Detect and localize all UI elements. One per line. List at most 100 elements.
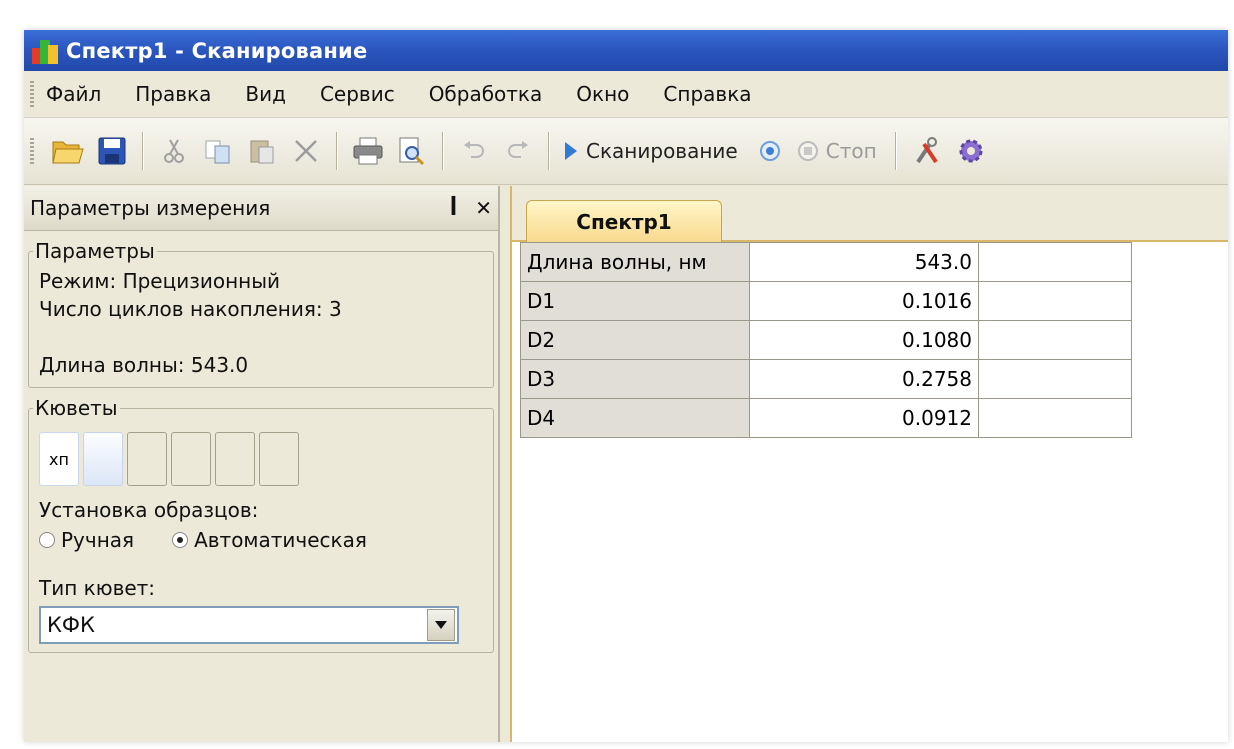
row-extra[interactable] [978, 398, 1132, 438]
cuvette-slot[interactable] [83, 432, 123, 486]
cut-icon [164, 139, 184, 163]
wavelength-text: Длина волны: 543.0 [39, 353, 249, 377]
row-extra[interactable] [978, 242, 1132, 282]
install-label: Установка образцов: [39, 498, 259, 522]
redo-button[interactable] [500, 133, 536, 169]
cuvettes-legend: Кюветы [35, 396, 118, 420]
print-icon [353, 137, 383, 165]
stop-label: Стоп [825, 139, 877, 163]
menu-file[interactable]: Файл [46, 82, 101, 106]
copy-button[interactable] [200, 133, 236, 169]
row-label: D4 [520, 398, 750, 438]
stop-icon [797, 141, 818, 161]
open-folder-icon [52, 141, 84, 164]
print-preview-button[interactable] [394, 133, 430, 169]
undo-button[interactable] [456, 133, 492, 169]
menu-service[interactable]: Сервис [320, 82, 395, 106]
table-row[interactable]: Длина волны, нм 543.0 [520, 242, 1132, 282]
menu-edit[interactable]: Правка [135, 82, 211, 106]
cuvette-type-label: Тип кювет: [39, 576, 156, 600]
table-row[interactable]: D1 0.1016 [520, 281, 1132, 321]
scan-label: Сканирование [586, 139, 738, 163]
undo-icon [464, 141, 484, 158]
auto-radio[interactable] [172, 532, 189, 548]
scan-button[interactable]: Сканирование [562, 133, 744, 169]
row-extra[interactable] [978, 281, 1132, 321]
params-group: Параметры Режим: Прецизионный Число цикл… [28, 239, 494, 388]
menubar-grip[interactable] [30, 81, 34, 107]
row-extra[interactable] [978, 320, 1132, 360]
auto-radio-label[interactable]: Автоматическая [194, 528, 367, 552]
toolbar-separator [548, 132, 550, 170]
paste-button[interactable] [244, 133, 280, 169]
toolbar-separator [442, 132, 444, 170]
stop-button[interactable]: Стоп [796, 133, 883, 169]
results-table: Длина волны, нм 543.0 D1 0.1016 D2 0.108… [520, 242, 1132, 438]
row-label: Длина волны, нм [520, 242, 750, 282]
record-icon [759, 141, 780, 161]
menu-bar: Файл Правка Вид Сервис Обработка Окно Сп… [24, 71, 1228, 118]
dropdown-button[interactable] [427, 609, 455, 641]
cycles-text: Число циклов накопления: 3 [39, 297, 342, 321]
tab-strip: Спектр1 [512, 186, 1228, 243]
cuvette-slots: хп [39, 432, 483, 486]
table-row[interactable]: D4 0.0912 [520, 398, 1132, 438]
manual-radio-label[interactable]: Ручная [61, 528, 134, 552]
cuvette-type-select[interactable]: КФК [39, 606, 459, 644]
menu-view[interactable]: Вид [245, 82, 286, 106]
toolbar-separator [894, 132, 897, 170]
window-title: Спектр1 - Сканирование [66, 38, 368, 63]
toolbar-separator [142, 132, 144, 170]
tools-icon [916, 137, 938, 164]
title-bar[interactable]: Спектр1 - Сканирование [24, 30, 1228, 71]
panel-title: Параметры измерения [30, 196, 271, 220]
cuvettes-group: Кюветы хп Установка образцов: Ручная Авт… [28, 396, 494, 653]
settings-button[interactable] [953, 133, 989, 169]
row-label: D1 [520, 281, 750, 321]
toolbar: Сканирование Стоп [24, 118, 1228, 185]
copy-icon [205, 140, 230, 164]
cuvette-slot[interactable]: хп [39, 432, 79, 486]
table-row[interactable]: D2 0.1080 [520, 320, 1132, 360]
row-value[interactable]: 0.1016 [749, 281, 979, 321]
row-value[interactable]: 0.2758 [749, 359, 979, 399]
open-button[interactable] [50, 133, 86, 169]
tools-button[interactable] [909, 133, 945, 169]
paste-icon [250, 140, 274, 164]
cuvette-slot[interactable] [215, 432, 255, 486]
record-button[interactable] [752, 133, 788, 169]
row-value[interactable]: 0.0912 [749, 398, 979, 438]
delete-button[interactable] [288, 133, 324, 169]
print-preview-icon [399, 137, 425, 166]
document-area: Спектр1 Длина волны, нм 543.0 D1 0.1016 … [510, 186, 1228, 742]
save-button[interactable] [94, 133, 130, 169]
play-icon [565, 142, 577, 160]
mode-text: Режим: Прецизионный [39, 269, 281, 293]
cuvette-slot[interactable] [127, 432, 167, 486]
pin-icon[interactable]: ꟾ [450, 196, 457, 220]
row-value[interactable]: 543.0 [749, 242, 979, 282]
menu-window[interactable]: Окно [576, 82, 629, 106]
cuvette-slot[interactable] [171, 432, 211, 486]
toolbar-separator [336, 132, 338, 170]
tab-spectrum1[interactable]: Спектр1 [526, 200, 722, 243]
menu-help[interactable]: Справка [663, 82, 751, 106]
delete-icon [295, 140, 317, 162]
close-icon[interactable]: ✕ [475, 196, 492, 220]
app-icon [30, 36, 60, 66]
manual-radio[interactable] [39, 532, 55, 548]
redo-icon [508, 141, 528, 158]
install-radio-group: Ручная Автоматическая [39, 528, 483, 552]
print-button[interactable] [350, 133, 386, 169]
table-row[interactable]: D3 0.2758 [520, 359, 1132, 399]
measurement-params-panel: Параметры измерения ꟾ ✕ Параметры Режим:… [24, 186, 500, 742]
cuvette-slot[interactable] [259, 432, 299, 486]
row-label: D2 [520, 320, 750, 360]
toolbar-grip[interactable] [30, 138, 34, 164]
row-value[interactable]: 0.1080 [749, 320, 979, 360]
row-extra[interactable] [978, 359, 1132, 399]
cut-button[interactable] [156, 133, 192, 169]
app-window: Спектр1 - Сканирование Файл Правка Вид С… [24, 30, 1228, 742]
menu-processing[interactable]: Обработка [429, 82, 543, 106]
settings-icon [959, 139, 983, 163]
